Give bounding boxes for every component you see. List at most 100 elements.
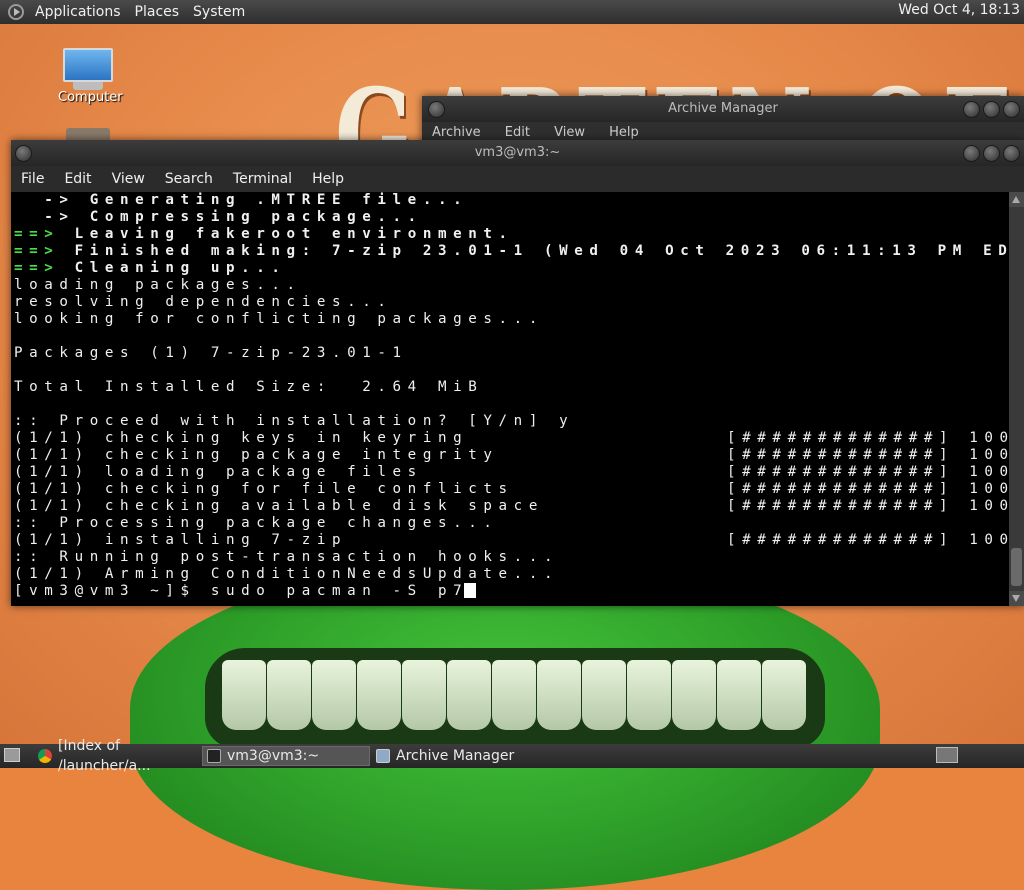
panel-clock[interactable]: Wed Oct 4, 18:13	[898, 2, 1020, 18]
taskbar-item-archive-manager[interactable]: Archive Manager	[372, 746, 542, 766]
terminal-icon	[207, 749, 221, 763]
terminal-line-text: (1/1) checking available disk space	[14, 498, 544, 514]
progress-indicator: [#############] 100%	[727, 481, 1009, 497]
computer-icon	[63, 48, 113, 82]
wallpaper-tooth	[537, 660, 581, 730]
terminal-line-prefix: ==>	[14, 260, 60, 276]
desktop-icon-computer[interactable]: Computer	[58, 48, 123, 105]
terminal-window[interactable]: vm3@vm3:~ File Edit View Search Terminal…	[11, 140, 1024, 606]
terminal-menu-search[interactable]: Search	[155, 171, 223, 187]
terminal-line-text: -> Compressing package...	[14, 209, 423, 225]
terminal-line: ==> Cleaning up...	[14, 260, 1009, 277]
terminal-line: -> Generating .MTREE file...	[14, 192, 1009, 209]
window-title: vm3@vm3:~	[474, 145, 561, 160]
terminal-line-text: looking for conflicting packages...	[14, 311, 544, 327]
terminal-line: -> Compressing package...	[14, 209, 1009, 226]
top-panel: Applications Places System Wed Oct 4, 18…	[0, 0, 1024, 24]
terminal-titlebar[interactable]: vm3@vm3:~	[11, 140, 1024, 166]
terminal-line: (1/1) checking available disk space [####…	[14, 498, 1009, 515]
archive-menu-help[interactable]: Help	[609, 125, 639, 140]
wallpaper-tooth	[267, 660, 311, 730]
menu-applications[interactable]: Applications	[28, 4, 128, 20]
terminal-line: Total Installed Size: 2.64 MiB	[14, 379, 1009, 396]
window-menu-button[interactable]	[15, 145, 32, 162]
taskbar-item-terminal[interactable]: vm3@vm3:~	[202, 746, 370, 766]
minimize-button[interactable]	[963, 101, 980, 118]
wallpaper-tooth	[312, 660, 356, 730]
terminal-line: :: Proceed with installation? [Y/n] y	[14, 413, 1009, 430]
desktop-icon-label: Computer	[58, 90, 123, 105]
wallpaper-tooth	[672, 660, 716, 730]
terminal-line-text: Leaving fakeroot environment.	[59, 226, 514, 242]
terminal-menubar: File Edit View Search Terminal Help	[11, 166, 1024, 192]
terminal-line-text: (1/1) loading package files	[14, 464, 423, 480]
menu-system[interactable]: System	[186, 4, 252, 20]
archive-menu-view[interactable]: View	[554, 125, 585, 140]
terminal-line-text: Cleaning up...	[59, 260, 287, 276]
archive-menu-edit[interactable]: Edit	[505, 125, 530, 140]
terminal-menu-view[interactable]: View	[102, 171, 155, 187]
taskbar-item-label: Archive Manager	[396, 748, 515, 764]
terminal-line-text: loading packages...	[14, 277, 302, 293]
terminal-line-text: Packages (1) 7-zip-23.01-1	[14, 345, 408, 361]
window-menu-button[interactable]	[428, 101, 445, 118]
archive-menu-archive[interactable]: Archive	[432, 125, 481, 140]
terminal-menu-edit[interactable]: Edit	[54, 171, 101, 187]
terminal-cursor	[464, 583, 477, 598]
scrollbar-thumb[interactable]	[1011, 548, 1022, 586]
applications-logo-icon[interactable]	[8, 4, 24, 20]
terminal-output[interactable]: -> Generating .MTREE file... -> Compress…	[11, 192, 1009, 606]
minimize-button[interactable]	[963, 145, 980, 162]
maximize-button[interactable]	[983, 145, 1000, 162]
wallpaper-tooth	[627, 660, 671, 730]
taskbar-item-label: vm3@vm3:~	[227, 748, 320, 764]
show-desktop-icon[interactable]	[4, 748, 20, 762]
wallpaper-tooth	[762, 660, 806, 730]
terminal-line: looking for conflicting packages...	[14, 311, 1009, 328]
terminal-line-text: (1/1) installing 7-zip	[14, 532, 348, 548]
terminal-line: (1/1) installing 7-zip [#############] 10…	[14, 532, 1009, 549]
terminal-scrollbar[interactable]	[1009, 192, 1024, 606]
terminal-line-text: [vm3@vm3 ~]$ sudo pacman -S p7	[14, 583, 469, 599]
scroll-up-arrow-icon[interactable]	[1009, 192, 1024, 207]
terminal-line: [vm3@vm3 ~]$ sudo pacman -S p7	[14, 583, 1009, 600]
terminal-line: loading packages...	[14, 277, 1009, 294]
maximize-button[interactable]	[983, 101, 1000, 118]
archive-titlebar[interactable]: Archive Manager	[422, 96, 1024, 122]
workspace-switcher[interactable]	[936, 747, 958, 763]
terminal-line-text: (1/1) checking keys in keyring	[14, 430, 469, 446]
close-button[interactable]	[1003, 145, 1020, 162]
progress-indicator: [#############] 100%	[727, 498, 1009, 514]
wallpaper-tooth	[222, 660, 266, 730]
taskbar-item-label: [Index of /launcher/a...	[58, 738, 151, 774]
wallpaper-tooth	[492, 660, 536, 730]
terminal-line: resolving dependencies...	[14, 294, 1009, 311]
terminal-line: ==> Finished making: 7-zip 23.01-1 (Wed …	[14, 243, 1009, 260]
wallpaper-tooth	[402, 660, 446, 730]
terminal-line: Packages (1) 7-zip-23.01-1	[14, 345, 1009, 362]
wallpaper-tooth	[447, 660, 491, 730]
terminal-line-text: Total Installed Size: 2.64 MiB	[14, 379, 484, 395]
wallpaper-tooth	[357, 660, 401, 730]
terminal-line: (1/1) Arming ConditionNeedsUpdate...	[14, 566, 1009, 583]
terminal-menu-terminal[interactable]: Terminal	[223, 171, 302, 187]
menu-places[interactable]: Places	[128, 4, 187, 20]
scroll-down-arrow-icon[interactable]	[1009, 591, 1024, 606]
terminal-line: :: Processing package changes...	[14, 515, 1009, 532]
terminal-line-text: -> Generating .MTREE file...	[14, 192, 469, 208]
terminal-line-prefix: ==>	[14, 243, 60, 259]
chrome-icon	[38, 749, 52, 763]
terminal-line: (1/1) checking keys in keyring [#########…	[14, 430, 1009, 447]
progress-indicator: [#############] 100%	[727, 430, 1009, 446]
progress-indicator: [#############] 100%	[727, 447, 1009, 463]
progress-indicator: [#############] 100%	[727, 532, 1009, 548]
terminal-menu-file[interactable]: File	[11, 171, 54, 187]
terminal-line-text: (1/1) checking package integrity	[14, 447, 499, 463]
terminal-line-text: (1/1) checking for file conflicts	[14, 481, 514, 497]
taskbar-item-browser[interactable]: [Index of /launcher/a...	[34, 738, 200, 774]
close-button[interactable]	[1003, 101, 1020, 118]
terminal-line: ==> Leaving fakeroot environment.	[14, 226, 1009, 243]
terminal-menu-help[interactable]: Help	[302, 171, 354, 187]
